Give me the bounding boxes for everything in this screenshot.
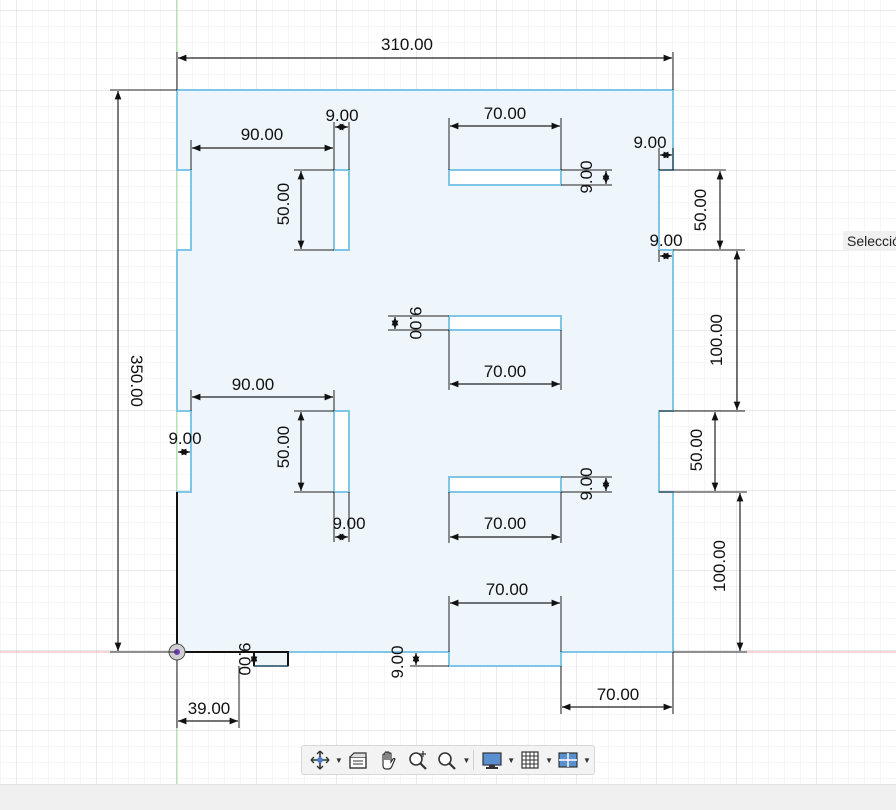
dim-text: 310.00: [381, 35, 433, 54]
slot-middle[interactable]: [448, 315, 562, 331]
grid-dropdown-icon[interactable]: ▼: [545, 756, 553, 765]
dim-text: 9.00: [406, 306, 425, 339]
selection-label: Selección: [843, 231, 896, 251]
dim-text: 70.00: [484, 362, 527, 381]
slot-top[interactable]: [448, 169, 562, 186]
dim-text: 70.00: [484, 514, 527, 533]
dim-text: 90.00: [241, 125, 284, 144]
grid-settings-icon[interactable]: [515, 747, 545, 773]
sketch-canvas[interactable]: 310.00 350.00 90.00 9.00 50.00 70.00 9.0…: [0, 0, 896, 809]
look-at-icon[interactable]: [343, 747, 373, 773]
dim-text: 50.00: [274, 426, 293, 469]
slot-lower[interactable]: [448, 476, 562, 493]
slot-left-bottom[interactable]: [333, 410, 350, 493]
slot-left-top[interactable]: [333, 169, 350, 251]
dim-text: 100.00: [710, 540, 729, 592]
orbit-icon[interactable]: [305, 747, 335, 773]
dim-text: 50.00: [274, 183, 293, 226]
dim-text: 9.00: [168, 429, 201, 448]
fit-icon[interactable]: [433, 747, 463, 773]
dim-text: 50.00: [687, 429, 706, 472]
dim-text: 9.00: [649, 231, 682, 250]
dim-text: 90.00: [232, 375, 275, 394]
pan-icon[interactable]: [373, 747, 403, 773]
fit-dropdown-icon[interactable]: ▼: [462, 756, 470, 765]
dim-text: 100.00: [707, 314, 726, 366]
dim-text: 9.00: [332, 514, 365, 533]
dim-text: 350.00: [127, 355, 146, 407]
viewports-dropdown-icon[interactable]: ▼: [583, 756, 591, 765]
dim-text: 9.00: [388, 645, 407, 678]
dim-text: 9.00: [235, 642, 254, 675]
viewports-icon[interactable]: [553, 747, 583, 773]
dim-text: 9.00: [577, 467, 596, 500]
dim-text: 9.00: [577, 160, 596, 193]
display-dropdown-icon[interactable]: ▼: [507, 756, 515, 765]
zoom-icon[interactable]: [403, 747, 433, 773]
toolbar-separator: [473, 750, 475, 770]
dim-text: 50.00: [691, 189, 710, 232]
dim-text: 9.00: [633, 133, 666, 152]
dim-text: 70.00: [484, 104, 527, 123]
display-settings-icon[interactable]: [477, 747, 507, 773]
status-bar: [0, 784, 896, 810]
dim-text: 70.00: [597, 685, 640, 704]
dim-text: 39.00: [188, 699, 231, 718]
dim-text: 70.00: [486, 580, 529, 599]
navigation-toolbar: ▼ ▼ ▼ ▼ ▼: [301, 745, 595, 775]
dim-text: 9.00: [325, 106, 358, 125]
orbit-dropdown-icon[interactable]: ▼: [335, 756, 343, 765]
